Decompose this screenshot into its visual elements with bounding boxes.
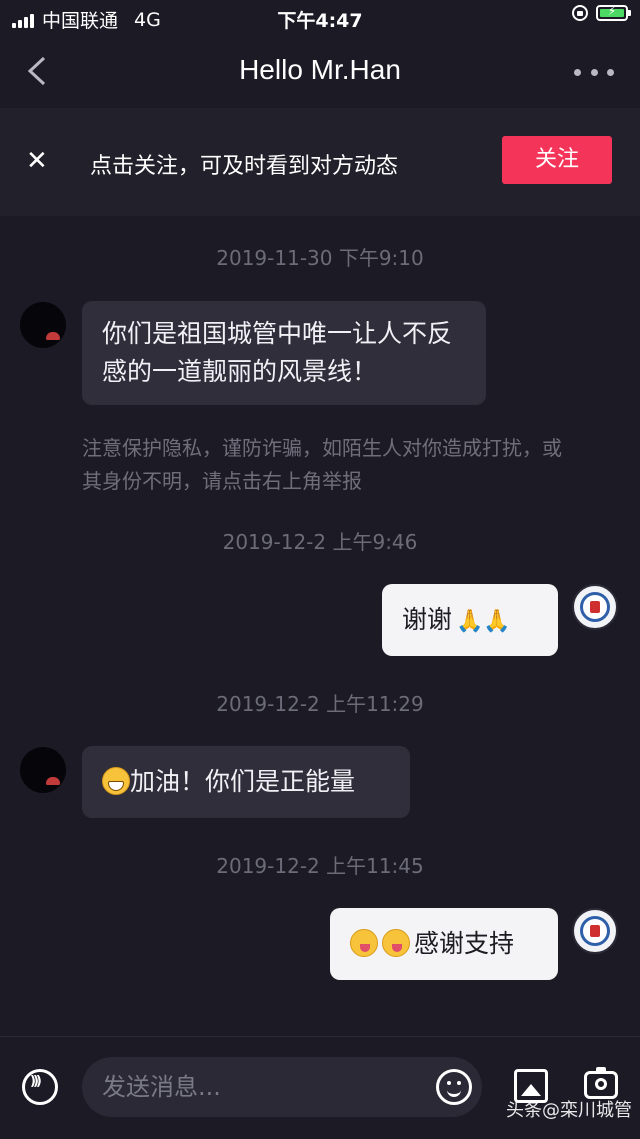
message-text: 加油！你们是正能量 — [130, 767, 356, 796]
user-avatar[interactable] — [572, 908, 618, 954]
rotation-lock-icon — [572, 5, 588, 21]
voice-icon[interactable] — [22, 1069, 58, 1105]
nav-bar: Hello Mr.Han — [0, 36, 640, 109]
message-text: 你们是祖国城管中唯一让人不反感的一道靓丽的风景线！ — [102, 319, 453, 386]
wink-emoji-icon — [382, 929, 410, 957]
message-text: 谢谢 — [402, 605, 453, 634]
wink-emoji-icon — [350, 929, 378, 957]
message-bubble-incoming[interactable]: 你们是祖国城管中唯一让人不反感的一道靓丽的风景线！ — [82, 301, 486, 405]
watermark: 头条@栾川城管 — [506, 1100, 632, 1121]
more-options-icon[interactable] — [574, 60, 614, 84]
battery-icon: ⚡ — [596, 4, 631, 21]
grin-emoji-icon — [102, 767, 130, 795]
page-title: Hello Mr.Han — [239, 54, 401, 85]
input-bar — [0, 1036, 640, 1139]
message-timestamp: 2019-12-2 上午11:45 — [216, 854, 424, 878]
status-bar: 中国联通 4G 下午4:47 ⚡ — [0, 0, 640, 36]
message-input[interactable] — [82, 1057, 482, 1117]
contact-avatar[interactable] — [20, 302, 66, 348]
message-timestamp: 2019-11-30 下午9:10 — [216, 246, 424, 270]
follow-prompt-text: 点击关注，可及时看到对方动态 — [90, 154, 399, 179]
close-icon[interactable]: ✕ — [26, 146, 48, 176]
status-time: 下午4:47 — [277, 10, 363, 32]
message-timestamp: 2019-12-2 上午11:29 — [216, 692, 424, 716]
message-bubble-incoming[interactable]: 加油！你们是正能量 — [82, 746, 410, 818]
status-right: ⚡ — [572, 4, 631, 21]
message-bubble-outgoing[interactable]: 谢谢 🙏🙏 — [382, 584, 558, 656]
message-bubble-outgoing[interactable]: 感谢支持 — [330, 908, 558, 980]
contact-avatar[interactable] — [20, 747, 66, 793]
message-text: 感谢支持 — [414, 929, 515, 958]
follow-button[interactable]: 关注 — [502, 136, 612, 184]
privacy-warning: 注意保护隐私，谨防诈骗，如陌生人对你造成打扰，或其身份不明，请点击右上角举报 — [82, 436, 562, 493]
camera-icon[interactable] — [584, 1067, 618, 1099]
follow-banner: ✕ 点击关注，可及时看到对方动态 关注 — [0, 108, 640, 216]
emoji-icon[interactable] — [436, 1069, 472, 1105]
user-avatar[interactable] — [572, 584, 618, 630]
pray-hands-icon: 🙏🙏 — [456, 609, 511, 634]
message-timestamp: 2019-12-2 上午9:46 — [222, 530, 418, 554]
